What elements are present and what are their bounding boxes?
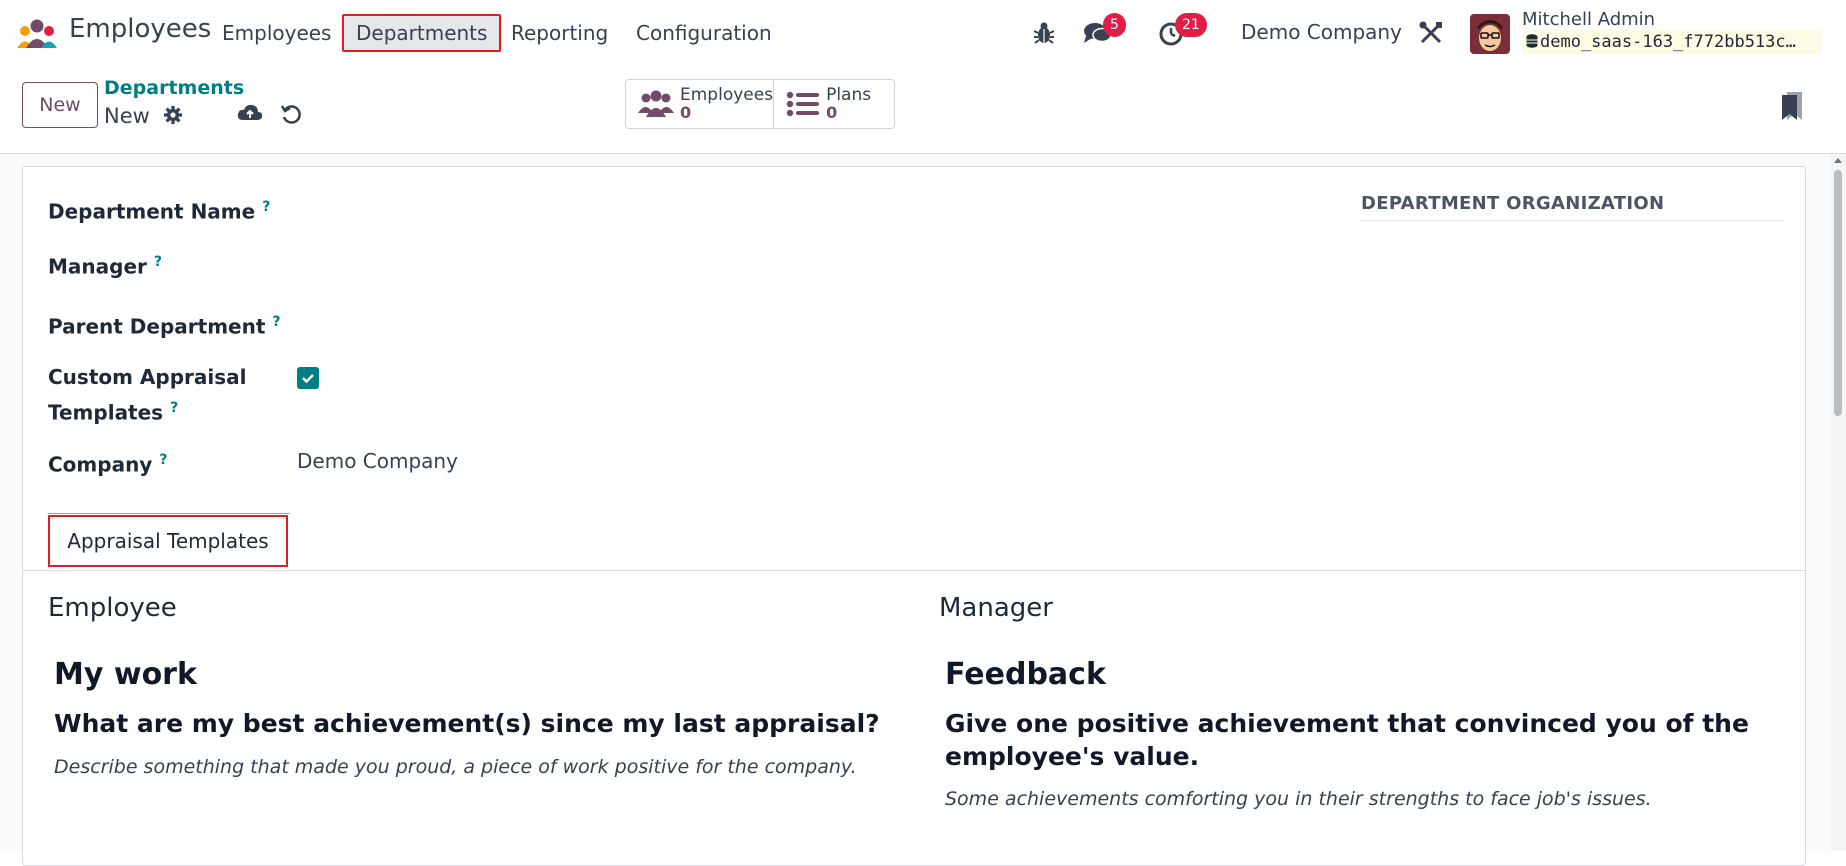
- checkmark-icon: [302, 374, 314, 384]
- manager-question-line1: Give one positive achievement that convi…: [945, 709, 1749, 738]
- department-organization-title: DEPARTMENT ORGANIZATION: [1361, 193, 1665, 214]
- users-group-icon: [638, 90, 674, 117]
- tab-indicator: [48, 513, 290, 514]
- app-title: Employees: [69, 14, 212, 44]
- employees-smart-button[interactable]: Employees 0: [626, 80, 773, 128]
- tools-wrench-icon[interactable]: [1419, 21, 1443, 45]
- menu-departments[interactable]: Departments: [342, 14, 502, 52]
- messages-badge: 5: [1103, 13, 1126, 37]
- scrollbar-thumb[interactable]: [1834, 170, 1842, 416]
- company-label-text: Company: [48, 452, 153, 477]
- employee-template-heading: Employee: [48, 593, 177, 623]
- scroll-up-arrow-icon[interactable]: [1833, 156, 1843, 164]
- company-label: Company ?: [48, 445, 167, 481]
- custom-appraisal-label-line1: Custom Appraisal: [48, 365, 247, 389]
- manager-question-line2: employee's value.: [945, 742, 1200, 771]
- custom-appraisal-label-line2: Templates: [48, 400, 164, 425]
- help-tooltip-icon[interactable]: ?: [154, 254, 162, 270]
- user-name[interactable]: Mitchell Admin: [1522, 9, 1655, 30]
- company-field[interactable]: Demo Company: [297, 449, 458, 473]
- help-tooltip-icon[interactable]: ?: [170, 400, 178, 416]
- save-cloud-icon[interactable]: [237, 102, 263, 124]
- menu-employees[interactable]: Employees: [210, 14, 343, 52]
- plans-smart-button[interactable]: Plans 0: [773, 80, 894, 128]
- menu-reporting[interactable]: Reporting: [499, 14, 620, 52]
- parent-department-label-text: Parent Department: [48, 314, 266, 339]
- tab-appraisal-templates[interactable]: Appraisal Templates: [48, 515, 288, 567]
- help-tooltip-icon[interactable]: ?: [262, 199, 270, 215]
- discard-undo-icon[interactable]: [280, 103, 302, 125]
- breadcrumb-current: New: [104, 104, 183, 128]
- department-name-label: Department Name ?: [48, 192, 270, 228]
- section-divider: [1361, 220, 1785, 221]
- database-icon: [1526, 34, 1538, 48]
- form-sheet: Department Name ? Manager ? Parent Depar…: [22, 166, 1807, 866]
- bookmark-icon[interactable]: [1782, 92, 1802, 120]
- user-avatar[interactable]: [1470, 14, 1510, 54]
- gear-icon[interactable]: [163, 105, 183, 125]
- employees-smart-label: Employees: [680, 85, 774, 105]
- list-icon: [786, 91, 820, 117]
- manager-label-text: Manager: [48, 254, 147, 279]
- smart-buttons: Employees 0 Plans 0: [625, 79, 895, 129]
- employee-template-question[interactable]: What are my best achievement(s) since my…: [54, 707, 880, 740]
- manager-template-description[interactable]: Some achievements comforting you in thei…: [945, 788, 1652, 810]
- activities-badge: 21: [1175, 13, 1207, 37]
- company-switcher[interactable]: Demo Company: [1241, 20, 1402, 44]
- employees-app-icon[interactable]: [17, 18, 57, 48]
- employees-smart-count: 0: [680, 103, 692, 122]
- employee-template-title[interactable]: My work: [54, 657, 197, 692]
- new-button[interactable]: New: [22, 82, 98, 128]
- breadcrumb-departments[interactable]: Departments: [104, 77, 244, 99]
- database-name-text: demo_saas-163_f772bb513c…: [1540, 32, 1796, 52]
- employee-template-description[interactable]: Describe something that made you proud, …: [54, 756, 857, 778]
- manager-template-question[interactable]: Give one positive achievement that convi…: [945, 707, 1749, 773]
- parent-department-label: Parent Department ?: [48, 307, 281, 343]
- help-tooltip-icon[interactable]: ?: [159, 452, 167, 468]
- help-tooltip-icon[interactable]: ?: [272, 314, 280, 330]
- debug-bug-icon[interactable]: [1033, 21, 1055, 45]
- plans-smart-label: Plans: [826, 85, 872, 105]
- menu-configuration[interactable]: Configuration: [624, 14, 784, 52]
- record-title: New: [104, 104, 150, 128]
- department-name-label-text: Department Name: [48, 199, 256, 224]
- manager-template-heading: Manager: [939, 593, 1053, 623]
- plans-smart-count: 0: [826, 103, 838, 122]
- custom-appraisal-label: Custom Appraisal Templates ?: [48, 362, 247, 429]
- manager-label: Manager ?: [48, 247, 162, 283]
- database-name: demo_saas-163_f772bb513c…: [1522, 30, 1822, 54]
- custom-appraisal-checkbox[interactable]: [297, 367, 319, 389]
- top-navbar: Employees Employees Departments Reportin…: [0, 0, 1846, 66]
- manager-template-title[interactable]: Feedback: [945, 657, 1106, 692]
- tabs-divider: [23, 570, 1807, 571]
